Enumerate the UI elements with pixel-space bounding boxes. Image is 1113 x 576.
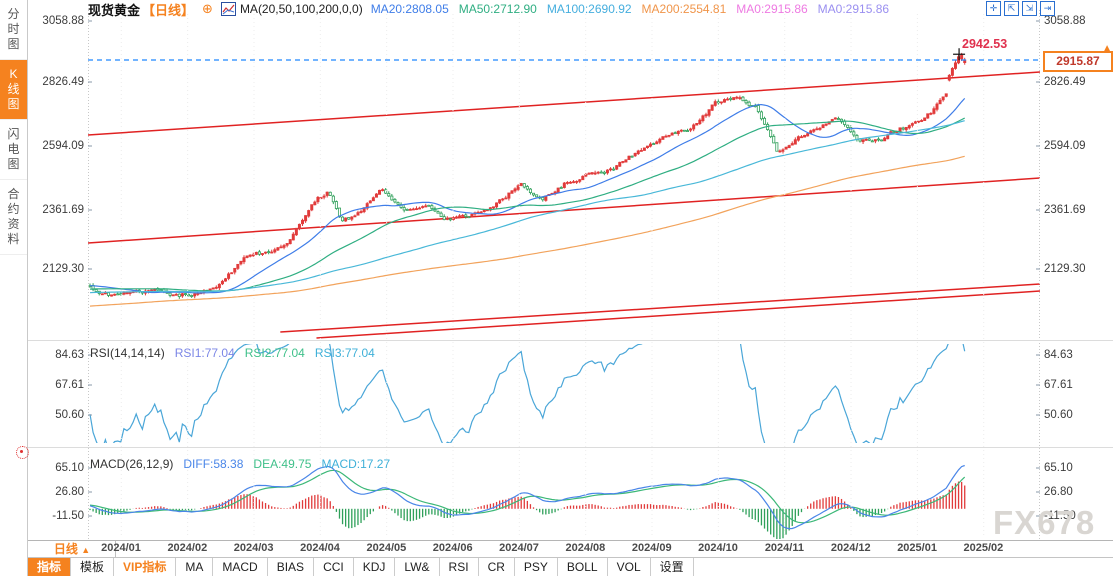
month-tick-label: 2024/10 [687, 542, 749, 554]
period-badge: 【日线】 [142, 0, 194, 19]
axis-label: 2826.49 [1044, 75, 1113, 89]
month-tick-label: 2024/07 [488, 542, 550, 554]
indicator-tab-bar: 指标模板VIP指标MAMACDBIASCCIKDJLW&RSICRPSYBOLL… [28, 557, 1113, 576]
bottom-tab-设置[interactable]: 设置 [651, 558, 694, 576]
rsi-readouts: RSI1:77.04 RSI2:77.04 RSI3:77.04 [175, 346, 385, 360]
triangle-up-icon: ▲ [81, 545, 90, 555]
readout: DEA:49.75 [253, 457, 311, 471]
axis-label: 67.61 [1044, 378, 1113, 392]
pan-right-icon[interactable]: ⇥ [1040, 1, 1055, 16]
watermark: FX678 [993, 504, 1095, 542]
bottom-tab-VOL[interactable]: VOL [608, 558, 651, 576]
bottom-tab-BIAS[interactable]: BIAS [268, 558, 314, 576]
bottom-tab-MACD[interactable]: MACD [213, 558, 267, 576]
macd-readouts: DIFF:58.38 DEA:49.75 MACD:17.27 [183, 457, 400, 471]
readout: MA200:2554.81 [642, 2, 727, 16]
zoom-out-icon[interactable]: ⇲ [1022, 1, 1037, 16]
zoom-in-icon[interactable]: ⇱ [1004, 1, 1019, 16]
axis-label: 2129.30 [1044, 262, 1113, 276]
sidebar-item-2[interactable]: 闪 电 图 [0, 120, 27, 180]
panel-divider-macd [28, 447, 1113, 448]
readout: MA0:2915.86 [736, 2, 807, 16]
readout: DIFF:58.38 [183, 457, 243, 471]
crosshair-icon[interactable]: ✛ [986, 1, 1001, 16]
bottom-tab-BOLL[interactable]: BOLL [558, 558, 608, 576]
date-axis-row: 日线 ▲ 2024/012024/022024/032024/042024/05… [28, 540, 1113, 558]
readout: RSI1:77.04 [175, 346, 235, 360]
axis-label: 26.80 [1044, 485, 1113, 499]
readout: MACD:17.27 [321, 457, 390, 471]
symbol-name: 现货黄金 [88, 0, 140, 19]
readout: MA50:2712.90 [459, 2, 537, 16]
month-tick-label: 2024/09 [621, 542, 683, 554]
axis-label: 2594.09 [1044, 139, 1113, 153]
chart-header: 现货黄金 【日线】 ⊕ MA(20,50,100,200,0,0) MA20:2… [88, 1, 899, 17]
left-sidebar: 分 时 图K 线 图闪 电 图合 约 资 料 [0, 0, 28, 576]
sidebar-item-3[interactable]: 合 约 资 料 [0, 180, 27, 255]
current-price-box: 2915.87 ▲ [1043, 51, 1113, 72]
macd-header: MACD(26,12,9) DIFF:58.38 DEA:49.75 MACD:17… [90, 457, 400, 471]
bottom-tab-PSY[interactable]: PSY [515, 558, 558, 576]
axis-label: 84.63 [1044, 348, 1113, 362]
month-tick-label: 2024/12 [820, 542, 882, 554]
bottom-tab-MA[interactable]: MA [176, 558, 213, 576]
month-tick-label: 2025/01 [886, 542, 948, 554]
panel-divider-rsi [28, 340, 1113, 341]
readout: RSI3:77.04 [315, 346, 375, 360]
bottom-tab-指标[interactable]: 指标 [28, 558, 71, 576]
price-up-arrow-icon: ▲ [1102, 40, 1112, 57]
month-tick-label: 2024/03 [223, 542, 285, 554]
readout: MA0:2915.86 [818, 2, 889, 16]
ma-indicator-icon[interactable] [221, 2, 236, 16]
macd-title: MACD(26,12,9) [90, 457, 173, 471]
sidebar-item-1[interactable]: K 线 图 [0, 60, 27, 120]
bottom-tab-CCI[interactable]: CCI [314, 558, 354, 576]
current-price-value: 2915.87 [1056, 54, 1099, 68]
bottom-tab-RSI[interactable]: RSI [440, 558, 479, 576]
add-indicator-icon[interactable]: ⊕ [202, 3, 213, 15]
axis-label: 2361.69 [1044, 203, 1113, 217]
axis-label: 50.60 [1044, 408, 1113, 422]
chart-toolbar-icons: ✛⇱⇲⇥ [986, 1, 1055, 16]
rsi-header: RSI(14,14,14) RSI1:77.04 RSI2:77.04 RSI3:7… [90, 346, 385, 360]
month-tick-label: 2024/02 [156, 542, 218, 554]
ma-readouts: MA20:2808.05 MA50:2712.90 MA100:2690.92 MA2… [371, 2, 899, 16]
month-tick-label: 2024/06 [422, 542, 484, 554]
bottom-tab-模板[interactable]: 模板 [71, 558, 114, 576]
readout: MA100:2690.92 [547, 2, 632, 16]
readout: RSI2:77.04 [245, 346, 305, 360]
axis-label: 65.10 [1044, 461, 1113, 475]
rsi-title: RSI(14,14,14) [90, 346, 165, 360]
trading-app-window: 分 时 图K 线 图闪 电 图合 约 资 料 现货黄金 【日线】 ⊕ MA(20… [0, 0, 1113, 576]
sidebar-item-0[interactable]: 分 时 图 [0, 0, 27, 60]
high-price-label: 2942.53 [962, 37, 1007, 51]
month-tick-label: 2024/04 [289, 542, 351, 554]
month-tick-label: 2024/01 [90, 542, 152, 554]
axis-label: 3058.88 [1044, 14, 1113, 28]
ma-settings-label: MA(20,50,100,200,0,0) [240, 2, 363, 16]
month-tick-label: 2024/08 [554, 542, 616, 554]
month-tick-label: 2024/11 [753, 542, 815, 554]
macd-settings-icon[interactable] [16, 446, 29, 459]
month-tick-label: 2025/02 [952, 542, 1014, 554]
bottom-tab-VIP指标[interactable]: VIP指标 [114, 558, 176, 576]
bottom-tab-CR[interactable]: CR [479, 558, 515, 576]
bottom-tab-LW&[interactable]: LW& [395, 558, 439, 576]
readout: MA20:2808.05 [371, 2, 449, 16]
bottom-tab-KDJ[interactable]: KDJ [354, 558, 396, 576]
month-tick-label: 2024/05 [355, 542, 417, 554]
